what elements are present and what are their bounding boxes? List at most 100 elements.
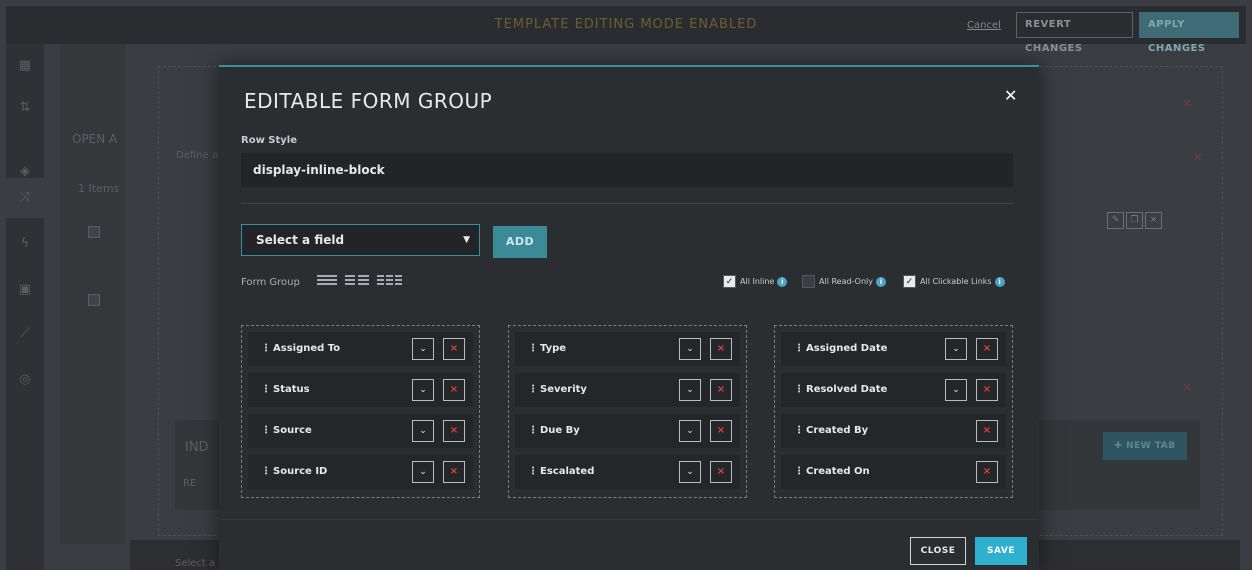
field-item[interactable]: ⋮ Resolved Date ⌄ × <box>781 373 1006 407</box>
remove-icon[interactable]: × <box>976 338 998 360</box>
select-field-value: Select a field <box>256 233 345 247</box>
sort-icon[interactable]: ⇅ <box>15 98 35 118</box>
drag-handle-icon[interactable]: ⋮ <box>528 343 538 354</box>
drag-handle-icon[interactable]: ⋮ <box>794 384 804 395</box>
field-label: Assigned Date <box>806 343 888 354</box>
all-read-only-label: All Read-Only <box>819 277 873 286</box>
field-item[interactable]: ⋮ Created On × <box>781 455 1006 489</box>
one-column-layout-icon[interactable] <box>317 275 337 287</box>
drag-handle-icon[interactable]: ⋮ <box>794 343 804 354</box>
shuffle-icon[interactable]: ⤨ <box>15 188 35 208</box>
chevron-down-icon[interactable]: ⌄ <box>679 338 701 360</box>
chevron-down-icon[interactable]: ⌄ <box>679 420 701 442</box>
remove-icon[interactable]: × <box>710 420 732 442</box>
chevron-down-icon[interactable]: ⌄ <box>412 379 434 401</box>
globe-icon[interactable]: ◎ <box>15 370 35 390</box>
drag-handle-icon[interactable]: ⋮ <box>261 343 271 354</box>
cancel-link[interactable]: Cancel <box>967 20 1001 31</box>
add-field-button[interactable]: ADD <box>493 226 547 258</box>
info-icon[interactable]: i <box>876 276 886 287</box>
bolt-icon[interactable]: ϟ <box>15 234 35 254</box>
bg-checkbox[interactable] <box>88 294 100 306</box>
field-item[interactable]: ⋮ Source ⌄ × <box>248 414 473 448</box>
close-button[interactable]: CLOSE <box>910 537 966 565</box>
row-style-label: Row Style <box>241 135 298 146</box>
select-field-dropdown[interactable]: Select a field ▼ <box>241 224 480 256</box>
bg-remove-icon[interactable]: × <box>1182 380 1192 394</box>
three-column-layout-icon[interactable] <box>377 275 402 287</box>
briefcase-icon[interactable]: ▣ <box>15 280 35 300</box>
secondary-panel: OPEN A 1 Items <box>60 44 125 544</box>
save-button[interactable]: SAVE <box>975 537 1027 565</box>
all-inline-option[interactable]: ✓ All Inline i <box>723 275 788 288</box>
copy-icon[interactable]: ❐ <box>1126 212 1143 229</box>
left-nav: ▦ ⇅ ⤨ ◈ ϟ ▣ ⟋ ◎ <box>6 44 44 570</box>
remove-icon[interactable]: × <box>443 338 465 360</box>
remove-icon[interactable]: × <box>976 461 998 483</box>
revert-changes-button[interactable]: REVERT CHANGES <box>1016 12 1133 54</box>
new-tab-button[interactable]: ✚ NEW TAB <box>1103 432 1187 460</box>
all-clickable-links-checkbox[interactable]: ✓ <box>903 275 916 288</box>
shield-icon[interactable]: ◈ <box>15 162 35 182</box>
field-item[interactable]: ⋮ Status ⌄ × <box>248 373 473 407</box>
drag-handle-icon[interactable]: ⋮ <box>528 425 538 436</box>
info-icon[interactable]: i <box>777 276 788 287</box>
two-column-layout-icon[interactable] <box>345 275 369 287</box>
edit-icon[interactable]: ✎ <box>1107 212 1124 229</box>
chevron-down-icon[interactable]: ⌄ <box>412 420 434 442</box>
form-group-column-1: ⋮ Assigned To ⌄ × ⋮ Status ⌄ × ⋮ Source … <box>241 325 480 498</box>
delete-icon[interactable]: × <box>1145 212 1162 229</box>
remove-icon[interactable]: × <box>976 420 998 442</box>
field-item[interactable]: ⋮ Severity ⌄ × <box>515 373 740 407</box>
row-style-input[interactable] <box>241 153 1013 187</box>
field-item[interactable]: ⋮ Escalated ⌄ × <box>515 455 740 489</box>
form-group-column-3: ⋮ Assigned Date ⌄ × ⋮ Resolved Date ⌄ × … <box>774 325 1013 498</box>
dashboard-icon[interactable]: ▦ <box>15 56 35 76</box>
all-clickable-links-option[interactable]: ✓ All Clickable Links i <box>903 275 1005 288</box>
all-read-only-option[interactable]: All Read-Only i <box>802 275 886 288</box>
remove-icon[interactable]: × <box>976 379 998 401</box>
drag-handle-icon[interactable]: ⋮ <box>528 384 538 395</box>
field-item[interactable]: ⋮ Type ⌄ × <box>515 332 740 366</box>
chevron-down-icon[interactable]: ⌄ <box>945 338 967 360</box>
chevron-down-icon[interactable]: ⌄ <box>679 379 701 401</box>
drag-handle-icon[interactable]: ⋮ <box>261 384 271 395</box>
chevron-down-icon[interactable]: ⌄ <box>412 338 434 360</box>
drag-handle-icon[interactable]: ⋮ <box>528 466 538 477</box>
remove-icon[interactable]: × <box>443 379 465 401</box>
drag-handle-icon[interactable]: ⋮ <box>794 466 804 477</box>
all-inline-label: All Inline <box>740 277 775 286</box>
field-label: Resolved Date <box>806 384 888 395</box>
chevron-down-icon[interactable]: ⌄ <box>945 379 967 401</box>
re-button-label: RE <box>183 478 197 489</box>
remove-icon[interactable]: × <box>710 461 732 483</box>
all-read-only-checkbox[interactable] <box>802 275 815 288</box>
field-item[interactable]: ⋮ Assigned To ⌄ × <box>248 332 473 366</box>
field-label: Created On <box>806 466 870 477</box>
field-item[interactable]: ⋮ Due By ⌄ × <box>515 414 740 448</box>
field-item[interactable]: ⋮ Source ID ⌄ × <box>248 455 473 489</box>
close-icon[interactable]: ✕ <box>1004 86 1017 105</box>
new-tab-label: NEW TAB <box>1126 441 1176 451</box>
remove-icon[interactable]: × <box>710 338 732 360</box>
bg-remove-icon[interactable]: × <box>1182 96 1192 110</box>
apply-changes-button[interactable]: APPLY CHANGES <box>1139 12 1239 54</box>
drag-handle-icon[interactable]: ⋮ <box>261 466 271 477</box>
select-label: Select a <box>175 558 216 569</box>
bg-checkbox[interactable] <box>88 226 100 238</box>
drag-handle-icon[interactable]: ⋮ <box>261 425 271 436</box>
ind-label: IND <box>185 440 209 455</box>
remove-icon[interactable]: × <box>443 420 465 442</box>
chart-icon[interactable]: ⟋ <box>15 324 35 344</box>
bg-remove-icon[interactable]: × <box>1193 150 1203 164</box>
remove-icon[interactable]: × <box>443 461 465 483</box>
all-inline-checkbox[interactable]: ✓ <box>723 275 736 288</box>
chevron-down-icon[interactable]: ⌄ <box>412 461 434 483</box>
field-label: Source ID <box>273 466 328 477</box>
info-icon[interactable]: i <box>994 276 1005 287</box>
field-item[interactable]: ⋮ Created By × <box>781 414 1006 448</box>
field-item[interactable]: ⋮ Assigned Date ⌄ × <box>781 332 1006 366</box>
chevron-down-icon[interactable]: ⌄ <box>679 461 701 483</box>
remove-icon[interactable]: × <box>710 379 732 401</box>
drag-handle-icon[interactable]: ⋮ <box>794 425 804 436</box>
